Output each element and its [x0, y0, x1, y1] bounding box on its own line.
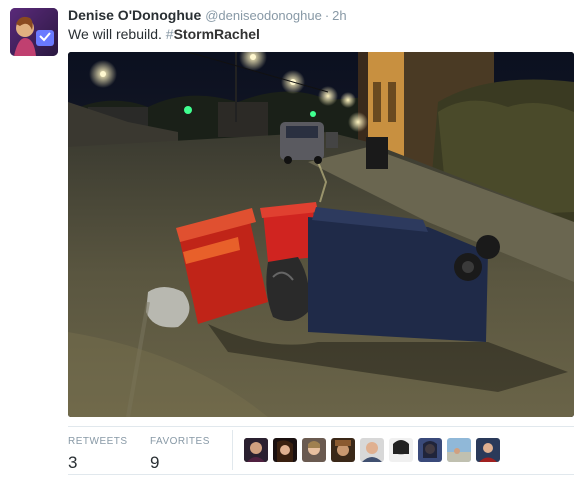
favorites-count: 9: [150, 453, 160, 472]
header-separator: ·: [324, 8, 330, 23]
favoriter-avatar-6[interactable]: [389, 438, 413, 462]
favorites-stat[interactable]: FAVORITES 9: [150, 436, 210, 474]
tweet-header: Denise O'Donoghue @deniseodonoghue · 2h: [68, 6, 347, 25]
favorites-label: FAVORITES: [150, 436, 210, 447]
stats-divider-bottom: [68, 474, 574, 475]
author-name[interactable]: Denise O'Donoghue: [68, 7, 201, 23]
stats-divider-top: [68, 426, 574, 427]
favoriter-avatar-7[interactable]: [418, 438, 442, 462]
favoriter-avatar-9[interactable]: [476, 438, 500, 462]
retweets-label: RETWEETS: [68, 436, 128, 447]
hashtag-text: StormRachel: [173, 26, 260, 42]
favoriter-avatar-3[interactable]: [302, 438, 326, 462]
tweet-timestamp[interactable]: 2h: [332, 8, 346, 23]
author-avatar[interactable]: [10, 8, 58, 56]
retweets-stat[interactable]: RETWEETS 3: [68, 436, 128, 474]
favoriter-avatar-4[interactable]: [331, 438, 355, 462]
tweet-text: We will rebuild. #StormRachel: [68, 24, 260, 44]
tweet-text-body: We will rebuild.: [68, 26, 166, 42]
hashtag-symbol: #: [165, 26, 174, 42]
author-handle[interactable]: @deniseodonoghue: [205, 8, 322, 23]
favoriter-avatar-8[interactable]: [447, 438, 471, 462]
tweet-photo[interactable]: [68, 52, 574, 417]
retweets-count: 3: [68, 453, 78, 472]
favoriter-avatar-5[interactable]: [360, 438, 384, 462]
hashtag-link[interactable]: #StormRachel: [166, 26, 260, 42]
favoriter-avatar-1[interactable]: [244, 438, 268, 462]
favoriter-avatar-2[interactable]: [273, 438, 297, 462]
stats-separator: [232, 430, 233, 470]
